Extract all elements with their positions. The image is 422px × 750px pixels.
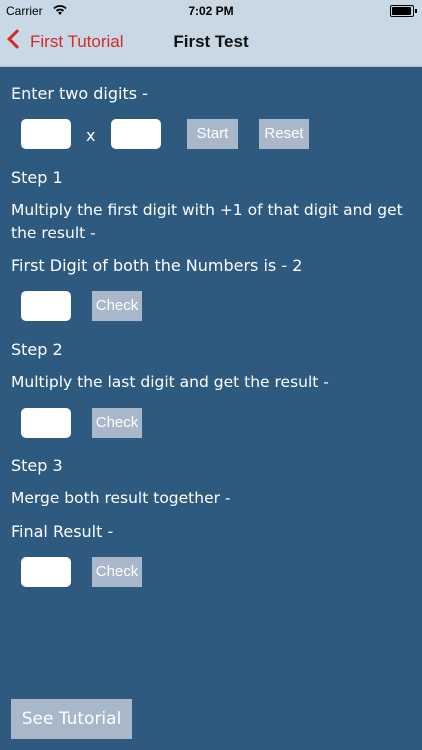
step1-answer-input[interactable]	[21, 291, 71, 321]
status-time: 7:02 PM	[188, 4, 234, 18]
step1-check-button[interactable]: Check	[92, 291, 142, 321]
step3-title: Step 3	[11, 456, 63, 475]
final-answer-input[interactable]	[21, 557, 71, 587]
first-number-input[interactable]	[21, 119, 71, 149]
reset-button[interactable]: Reset	[259, 119, 309, 149]
step1-title: Step 1	[11, 168, 63, 187]
step2-answer-input[interactable]	[21, 408, 71, 438]
final-check-button[interactable]: Check	[92, 557, 142, 587]
enter-digits-label: Enter two digits -	[11, 84, 148, 103]
step1-description-line1: Multiply the first digit with +1 of that…	[11, 201, 403, 219]
step2-check-button[interactable]: Check	[92, 408, 142, 438]
navigation-bar: First Tutorial First Test	[0, 22, 422, 67]
final-result-label: Final Result -	[11, 522, 114, 541]
step2-description: Multiply the last digit and get the resu…	[11, 373, 329, 391]
step2-title: Step 2	[11, 340, 63, 359]
step1-description-line2: the result -	[11, 224, 96, 242]
first-digit-label: First Digit of both the Numbers is - 2	[11, 256, 303, 275]
step3-description: Merge both result together -	[11, 489, 231, 507]
see-tutorial-button[interactable]: See Tutorial	[11, 699, 132, 739]
status-bar: Carrier 7:02 PM	[0, 0, 422, 22]
multiply-symbol: x	[86, 126, 96, 145]
second-number-input[interactable]	[111, 119, 161, 149]
battery-icon	[390, 5, 417, 17]
start-button[interactable]: Start	[187, 119, 238, 149]
page-title: First Test	[173, 32, 249, 51]
